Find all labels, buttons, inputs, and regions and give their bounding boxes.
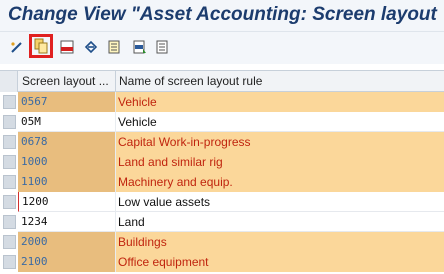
layout-rule-name-field[interactable]: Vehicle bbox=[116, 112, 444, 132]
screen-layout-code: 2100 bbox=[18, 252, 116, 272]
layout-rule-name-field[interactable]: Low value assets bbox=[116, 192, 444, 212]
window-title: Change View "Asset Accounting: Screen la… bbox=[8, 4, 437, 25]
table-header: Screen layout ... Name of screen layout … bbox=[0, 70, 444, 92]
row-selector[interactable] bbox=[3, 135, 16, 149]
select-all-button[interactable] bbox=[103, 36, 125, 58]
screen-layout-code: 1100 bbox=[18, 172, 116, 192]
screen-layout-code-field[interactable]: 1234 bbox=[18, 212, 116, 232]
table-row[interactable]: 2000 Buildings bbox=[0, 232, 444, 252]
layout-rule-name: Land and similar rig bbox=[116, 152, 444, 172]
copy-as-icon bbox=[34, 38, 48, 54]
row-selector[interactable] bbox=[3, 215, 16, 229]
table-row[interactable]: 1200 Low value assets bbox=[0, 192, 444, 212]
delete-icon bbox=[60, 40, 74, 54]
screen-layout-code: 1000 bbox=[18, 152, 116, 172]
table-row[interactable]: 05M Vehicle bbox=[0, 112, 444, 132]
undo-change-icon bbox=[84, 40, 98, 54]
title-bar: Change View "Asset Accounting: Screen la… bbox=[0, 0, 444, 32]
select-block-button[interactable] bbox=[128, 36, 150, 58]
screen-layout-code-field[interactable]: 1200 bbox=[18, 192, 116, 212]
layout-rule-name-field[interactable]: Land bbox=[116, 212, 444, 232]
table-row[interactable]: 2100 Office equipment bbox=[0, 252, 444, 272]
row-selector[interactable] bbox=[3, 175, 16, 189]
row-selector[interactable] bbox=[3, 235, 16, 249]
row-selector[interactable] bbox=[3, 155, 16, 169]
edit-pencil-icon bbox=[11, 42, 22, 53]
select-block-icon bbox=[133, 40, 146, 54]
deselect-all-icon bbox=[156, 40, 168, 54]
application-toolbar bbox=[0, 32, 444, 64]
table-row[interactable]: 0567 Vehicle bbox=[0, 92, 444, 112]
screen-layout-code: 0678 bbox=[18, 132, 116, 152]
table-row[interactable]: 1100 Machinery and equip. bbox=[0, 172, 444, 192]
layout-rule-name: Buildings bbox=[116, 232, 444, 252]
layout-rule-name: Capital Work-in-progress bbox=[116, 132, 444, 152]
undo-change-button[interactable] bbox=[80, 36, 102, 58]
layout-rule-name: Machinery and equip. bbox=[116, 172, 444, 192]
screen-layout-table: Screen layout ... Name of screen layout … bbox=[0, 70, 444, 274]
select-all-rows-cell[interactable] bbox=[0, 71, 18, 92]
row-selector[interactable] bbox=[3, 255, 16, 269]
screen-layout-code: 2000 bbox=[18, 232, 116, 252]
layout-rule-name: Office equipment bbox=[116, 252, 444, 272]
edit-pencil-button[interactable] bbox=[6, 36, 28, 58]
row-selector[interactable] bbox=[3, 195, 16, 209]
deselect-all-button[interactable] bbox=[151, 36, 173, 58]
row-selector[interactable] bbox=[3, 115, 16, 129]
screen-layout-code: 0567 bbox=[18, 92, 116, 112]
column-header-layout-rule-name[interactable]: Name of screen layout rule bbox=[116, 71, 444, 92]
table-row[interactable]: 0678 Capital Work-in-progress bbox=[0, 132, 444, 152]
column-header-screen-layout[interactable]: Screen layout ... bbox=[18, 71, 116, 92]
delete-button[interactable] bbox=[56, 36, 78, 58]
copy-as-button[interactable] bbox=[29, 34, 53, 58]
table-row[interactable]: 1234 Land bbox=[0, 212, 444, 232]
screen-layout-code-field[interactable]: 05M bbox=[18, 112, 116, 132]
table-row[interactable]: 1000 Land and similar rig bbox=[0, 152, 444, 172]
select-all-icon bbox=[108, 40, 120, 54]
layout-rule-name: Vehicle bbox=[116, 92, 444, 112]
row-selector[interactable] bbox=[3, 95, 16, 109]
